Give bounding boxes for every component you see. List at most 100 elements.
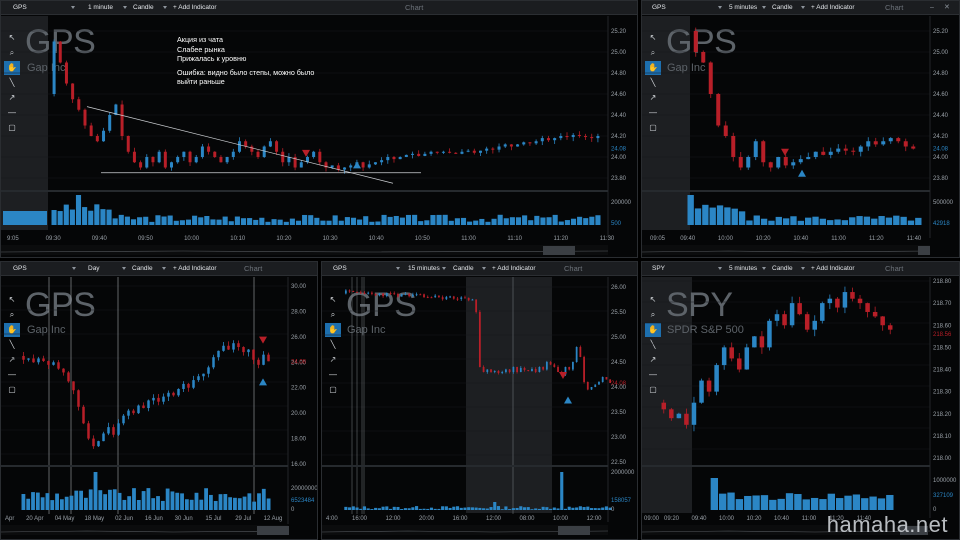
- chart-panel-gps-1min[interactable]: GPS 1 minute Candle + Add Indicator Char…: [0, 0, 638, 258]
- axis-label: 22.50: [611, 460, 627, 466]
- chart-canvas[interactable]: 26.0025.5025.0024.5024.0824.0023.5023.00…: [322, 262, 638, 540]
- volume-bar: [552, 507, 556, 510]
- chart-panel-gps-5min[interactable]: GPS 5 minutes Candle + Add Indicator Cha…: [641, 0, 960, 258]
- candle-body: [268, 141, 272, 147]
- axis-label: 09:50: [138, 236, 154, 242]
- trade-note: Акция из чата Слабее рынка Прижалась к у…: [177, 35, 314, 87]
- volume-bar: [785, 493, 794, 510]
- candle-body: [609, 379, 612, 383]
- volume-bar: [117, 492, 122, 510]
- axis-label: 10:30: [323, 236, 339, 242]
- axis-label: 10:20: [276, 236, 292, 242]
- candle-body: [596, 136, 600, 139]
- candle-body: [701, 52, 706, 63]
- chart-canvas[interactable]: 30.0028.0026.0024.0024.0822.0020.0018.00…: [1, 262, 318, 540]
- volume-bar: [768, 220, 775, 225]
- candle-body: [485, 148, 489, 151]
- axis-label: 10:40: [793, 236, 809, 242]
- candle-body: [540, 138, 544, 142]
- chart-panel-gps-day[interactable]: GPS Day Candle + Add Indicator Chart GPS…: [0, 261, 318, 540]
- volume-bar: [400, 509, 404, 510]
- axis-label: 10:20: [746, 516, 762, 522]
- volume-bar: [146, 488, 151, 510]
- volume-bar: [802, 499, 810, 510]
- axis-label: 24.50: [611, 360, 627, 366]
- candle-body: [512, 367, 515, 372]
- chart-panel-spy-5min[interactable]: SPY 5 minutes Candle + Add Indicator Cha…: [641, 261, 960, 540]
- candle-body: [888, 138, 893, 142]
- candle-body: [361, 162, 365, 168]
- candle-body: [162, 396, 165, 402]
- pane-separator: [642, 465, 930, 467]
- candle-body: [737, 358, 742, 370]
- candle-body: [691, 402, 697, 425]
- candle-body: [836, 148, 841, 152]
- candle-body: [508, 369, 511, 372]
- candle-body: [222, 345, 225, 351]
- chart-canvas[interactable]: 218.80 218.70 218.60 218.56 218.50 218.40 218.…: [642, 262, 960, 540]
- candle-body: [746, 157, 751, 168]
- axis-label: 08:00: [519, 516, 535, 522]
- volume-bar: [589, 508, 594, 510]
- volume-bar: [127, 496, 132, 510]
- volume-bar: [289, 218, 295, 225]
- candle-body: [127, 410, 130, 416]
- volume-bar: [418, 508, 422, 510]
- axis-label: 09:40: [680, 236, 696, 242]
- candle-body: [761, 141, 766, 163]
- axis-label: 09:30: [46, 236, 62, 242]
- candle-body: [714, 365, 719, 392]
- volume-bar: [247, 218, 253, 225]
- candle-body: [182, 383, 185, 389]
- candle-body: [32, 358, 35, 363]
- volume-bar: [474, 507, 478, 510]
- volume-bar: [79, 490, 83, 510]
- candle-body: [404, 293, 407, 295]
- axis-label: 1000000: [933, 478, 957, 484]
- axis-label: 11:20: [869, 236, 884, 242]
- volume-bar: [731, 208, 738, 225]
- volume-bar: [564, 220, 570, 225]
- candle-body: [389, 293, 392, 295]
- note-line: выйти раньше: [177, 77, 225, 87]
- volume-bar: [112, 218, 118, 225]
- candle-body: [429, 151, 433, 154]
- volume-bar: [556, 508, 560, 510]
- volume-bar: [738, 211, 746, 225]
- volume-bar: [436, 214, 442, 225]
- volume-bar: [545, 507, 549, 510]
- axis-label: 10:50: [415, 236, 431, 242]
- candle-body: [82, 406, 85, 424]
- volume-bar: [387, 216, 393, 225]
- candle-body: [359, 292, 362, 294]
- chart-canvas[interactable]: 25.20 25.00 24.80 24.60 24.40 24.20 24.08 24.00…: [642, 1, 960, 258]
- volume-bar: [228, 221, 234, 225]
- candle-body: [147, 400, 150, 409]
- candle-body: [534, 369, 537, 372]
- volume-bar: [233, 497, 237, 510]
- chart-panel-gps-15min[interactable]: GPS 15 minutes Candle + Add Indicator Ch…: [321, 261, 638, 540]
- candle-body: [594, 384, 597, 387]
- volume-bar: [430, 215, 436, 225]
- candle-body: [545, 362, 548, 370]
- axis-label: 12:00: [385, 516, 401, 522]
- volume-bar: [3, 211, 47, 225]
- axis-label: 23.80: [611, 176, 627, 182]
- candle-body: [456, 298, 459, 300]
- axis-label: 10:00: [718, 236, 734, 242]
- candle-body: [120, 104, 124, 136]
- volume-bar: [228, 497, 233, 510]
- candle-body: [911, 146, 916, 149]
- candle-body: [881, 141, 886, 145]
- candle-body: [590, 137, 594, 139]
- axis-label: 218.50: [933, 345, 952, 351]
- candle-body: [57, 362, 60, 369]
- candle-body: [493, 371, 496, 372]
- candle-body: [708, 62, 713, 94]
- chart-canvas[interactable]: 25.20 25.00 24.80 24.60 24.40 24.20 24.08 24.00…: [1, 1, 638, 258]
- candle-body: [385, 293, 388, 297]
- candle-body: [22, 355, 25, 360]
- volume-bar: [526, 507, 530, 510]
- candle-body: [579, 347, 582, 357]
- candle-body: [177, 388, 180, 396]
